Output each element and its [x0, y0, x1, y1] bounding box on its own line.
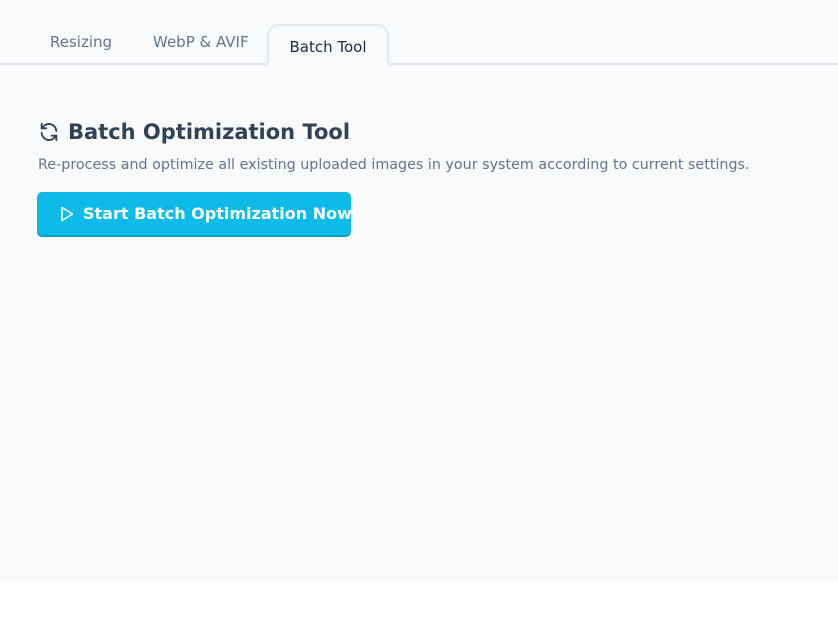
tab-batch-tool[interactable]: Batch Tool	[267, 24, 389, 65]
section-heading: Batch Optimization Tool	[38, 120, 350, 144]
tab-webp-avif[interactable]: WebP & AVIF	[153, 33, 249, 51]
start-batch-optimization-label: Start Batch Optimization Now	[83, 204, 352, 223]
section-title: Batch Optimization Tool	[68, 120, 351, 144]
play-icon	[60, 206, 74, 222]
settings-panel: Resizing WebP & AVIF Batch Tool Batch Op…	[0, 0, 838, 582]
start-batch-optimization-button[interactable]: Start Batch Optimization Now	[37, 192, 352, 235]
tab-bar-divider	[0, 63, 838, 65]
tab-bar: Resizing WebP & AVIF Batch Tool	[0, 0, 838, 65]
tab-resizing[interactable]: Resizing	[50, 33, 112, 51]
refresh-icon	[38, 121, 60, 143]
section-description: Re-process and optimize all existing upl…	[38, 157, 750, 173]
